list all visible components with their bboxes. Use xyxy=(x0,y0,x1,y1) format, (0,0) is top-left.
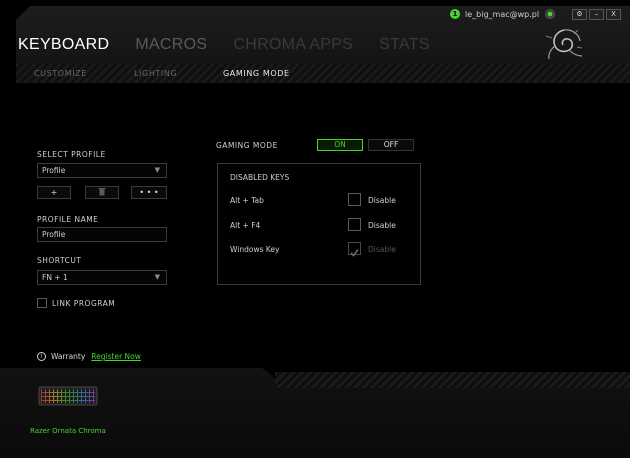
sub-nav: CUSTOMIZE LIGHTING GAMING MODE xyxy=(34,69,290,78)
window-controls: ⚙ – X xyxy=(572,9,621,20)
user-status-icon[interactable]: 1 xyxy=(450,9,460,19)
key-label-alt-tab: Alt + Tab xyxy=(230,196,264,205)
gaming-mode-on-button[interactable]: ON xyxy=(317,139,363,151)
link-program-label: LINK PROGRAM xyxy=(52,299,116,308)
shortcut-label: SHORTCUT xyxy=(37,256,82,265)
delete-profile-button[interactable] xyxy=(85,186,119,199)
device-name[interactable]: Razer Ornata Chroma xyxy=(30,427,106,435)
footer-hatch xyxy=(275,372,630,388)
disabled-keys-title: DISABLED KEYS xyxy=(230,173,290,182)
tab-stats[interactable]: STATS xyxy=(379,36,430,54)
shortcut-select-value: FN + 1 xyxy=(42,273,68,282)
chevron-down-icon: ▼ xyxy=(154,273,160,281)
user-email[interactable]: le_big_mac@wp.pl xyxy=(465,10,539,19)
disabled-keys-panel: DISABLED KEYS Alt + Tab Disable Alt + F4… xyxy=(217,163,421,285)
subtab-gaming-mode[interactable]: GAMING MODE xyxy=(223,69,290,78)
disable-windows-key-checkbox[interactable] xyxy=(348,242,361,257)
sync-icon[interactable] xyxy=(545,9,556,19)
info-icon: ! xyxy=(37,352,46,361)
subtab-customize[interactable]: CUSTOMIZE xyxy=(34,69,134,78)
key-label-windows-key: Windows Key xyxy=(230,245,280,254)
warranty-row: ! Warranty Register Now xyxy=(37,352,141,361)
chevron-down-icon: ▼ xyxy=(154,166,160,174)
select-profile-label: SELECT PROFILE xyxy=(37,150,106,159)
trash-icon xyxy=(98,188,106,196)
profile-name-label: PROFILE NAME xyxy=(37,215,99,224)
key-label-alt-f4: Alt + F4 xyxy=(230,221,261,230)
gaming-mode-label: GAMING MODE xyxy=(216,141,278,150)
gaming-mode-off-button[interactable]: OFF xyxy=(368,139,414,151)
link-program-checkbox[interactable] xyxy=(37,298,47,308)
add-profile-button[interactable]: + xyxy=(37,186,71,199)
profile-select-value: Profile xyxy=(42,166,66,175)
disable-alt-f4-label: Disable xyxy=(368,221,396,230)
disable-alt-f4-checkbox[interactable] xyxy=(348,218,361,231)
subtab-lighting[interactable]: LIGHTING xyxy=(134,69,223,78)
more-options-button[interactable]: • • • xyxy=(131,186,167,199)
warranty-label: Warranty xyxy=(51,352,86,361)
keyboard-device-icon[interactable] xyxy=(38,385,98,407)
disable-windows-key-label: Disable xyxy=(368,245,396,254)
user-bar: 1 le_big_mac@wp.pl xyxy=(450,9,556,19)
tab-keyboard[interactable]: KEYBOARD xyxy=(18,36,109,54)
tab-chroma-apps[interactable]: CHROMA APPS xyxy=(233,36,353,54)
close-button[interactable]: X xyxy=(606,9,621,20)
checkmark-icon xyxy=(350,249,359,257)
razer-logo-icon xyxy=(545,29,583,60)
register-now-link[interactable]: Register Now xyxy=(91,352,141,361)
disable-alt-tab-label: Disable xyxy=(368,196,396,205)
disable-alt-tab-checkbox[interactable] xyxy=(348,193,361,206)
profile-select[interactable]: Profile ▼ xyxy=(37,163,167,178)
profile-name-input[interactable]: Profile xyxy=(37,227,167,242)
shortcut-select[interactable]: FN + 1 ▼ xyxy=(37,270,167,285)
settings-button[interactable]: ⚙ xyxy=(572,9,587,20)
minimize-button[interactable]: – xyxy=(589,9,604,20)
tab-macros[interactable]: MACROS xyxy=(135,36,207,54)
main-nav: KEYBOARD MACROS CHROMA APPS STATS xyxy=(18,36,456,54)
